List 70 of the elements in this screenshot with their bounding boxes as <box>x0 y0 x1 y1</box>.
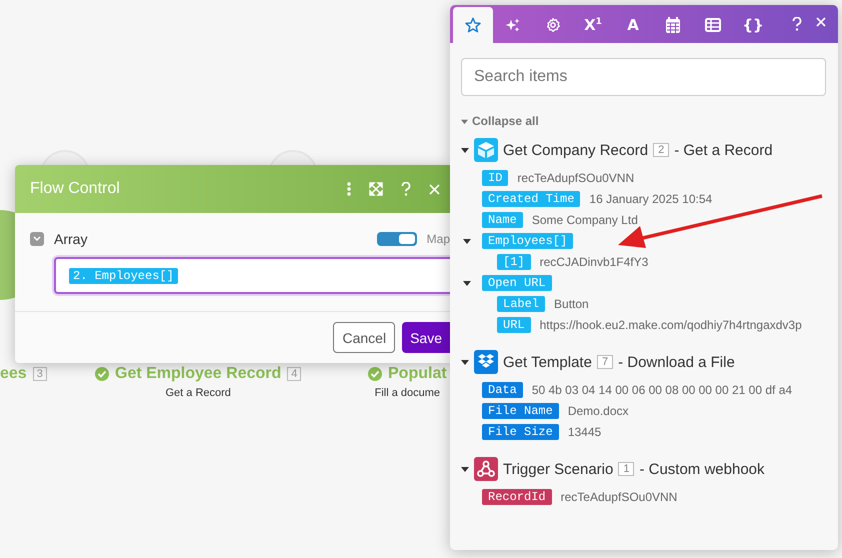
calendar-icon <box>666 17 680 33</box>
module-name: ees <box>0 365 27 383</box>
sparkle-icon <box>505 17 521 33</box>
module-number: 1 <box>618 462 634 476</box>
collapse-all-link[interactable]: Collapse all <box>472 114 539 128</box>
caret-icon[interactable] <box>461 465 469 473</box>
close-icon[interactable] <box>429 184 440 194</box>
module-name: Get Employee Record <box>115 365 282 383</box>
module-action: - Download a File <box>618 354 735 370</box>
module-number: 4 <box>287 367 302 381</box>
module-title: Get Template <box>503 354 592 370</box>
field-tag[interactable]: Created Time <box>482 190 580 206</box>
field-value: 16 January 2025 10:54 <box>589 192 712 206</box>
chevron-icon <box>33 236 41 242</box>
field-tag[interactable]: ID <box>482 170 508 186</box>
field-tag[interactable]: Open URL <box>482 274 552 290</box>
help-icon[interactable] <box>401 182 411 196</box>
caret-icon[interactable] <box>461 358 469 366</box>
close-icon[interactable] <box>816 17 826 27</box>
collapse-checkbox[interactable] <box>30 232 44 246</box>
caret-icon[interactable] <box>463 278 471 286</box>
help-icon[interactable] <box>792 17 802 31</box>
field-value: 50 4b 03 04 14 00 06 00 08 00 00 00 21 00 df a4 <box>532 382 792 396</box>
module-title: Trigger Scenario <box>503 460 614 478</box>
field-tag[interactable]: Name <box>482 212 523 228</box>
field-tag[interactable]: URL <box>497 316 531 332</box>
field-value: Some Company Ltd <box>532 212 638 226</box>
field-tag[interactable]: RecordId <box>482 488 552 504</box>
field-value: recTeAdupfSOu0VNN <box>517 170 634 184</box>
panel-tab[interactable]: X$^{1}$ <box>573 7 613 43</box>
module-action: Fill a docume <box>374 387 440 399</box>
more-icon[interactable] <box>347 182 351 196</box>
cancel-button[interactable]: Cancel <box>333 322 396 353</box>
dialog-title: Flow Control <box>30 180 121 198</box>
field-tag[interactable]: Data <box>482 382 523 398</box>
field-tag[interactable]: Label <box>497 296 546 312</box>
field-value: https://hook.eu2.make.com/qodhiy7h4rtngaxdv3p <box>540 318 802 332</box>
search-field[interactable]: Search items <box>461 58 826 96</box>
field-tag[interactable]: [1] <box>497 254 531 270</box>
panel-tab[interactable] <box>453 7 493 43</box>
module-number: 7 <box>596 355 614 369</box>
gear-icon <box>545 17 561 33</box>
star-icon <box>465 17 481 33</box>
module-name: Populat <box>388 365 447 383</box>
table-icon <box>705 18 721 32</box>
field-tag[interactable]: Employees[] <box>482 232 574 248</box>
expand-icon[interactable] <box>369 182 383 196</box>
field-label: Array <box>54 231 88 247</box>
module-action: - Custom webhook <box>639 460 765 478</box>
module-number: 2 <box>653 143 670 157</box>
field-value: Demo.docx <box>568 404 629 418</box>
caret-icon[interactable] <box>461 146 469 154</box>
field-tag[interactable]: File Name <box>482 402 559 418</box>
field-value: Button <box>554 296 589 310</box>
field-value: 13445 <box>568 424 602 438</box>
panel-tab[interactable]: {} <box>733 7 773 43</box>
field-value: recCJADinvb1F4fY3 <box>540 254 648 268</box>
module-number: 3 <box>32 367 47 381</box>
module-action: - Get a Record <box>674 142 773 158</box>
map-label: Map <box>426 232 450 246</box>
save-button[interactable]: Save <box>402 322 450 353</box>
field-tag[interactable]: File Size <box>482 424 559 440</box>
caret-icon[interactable] <box>463 236 471 244</box>
field-value: recTeAdupfSOu0VNN <box>560 490 678 504</box>
module-action: Get a Record <box>165 387 231 399</box>
array-field[interactable]: 2. Employees[] <box>54 257 450 294</box>
panel-tab[interactable]: A <box>613 7 653 43</box>
mapped-token[interactable]: 2. Employees[] <box>69 268 178 284</box>
map-toggle[interactable] <box>376 232 417 246</box>
module-title: Get Company Record <box>503 142 648 158</box>
